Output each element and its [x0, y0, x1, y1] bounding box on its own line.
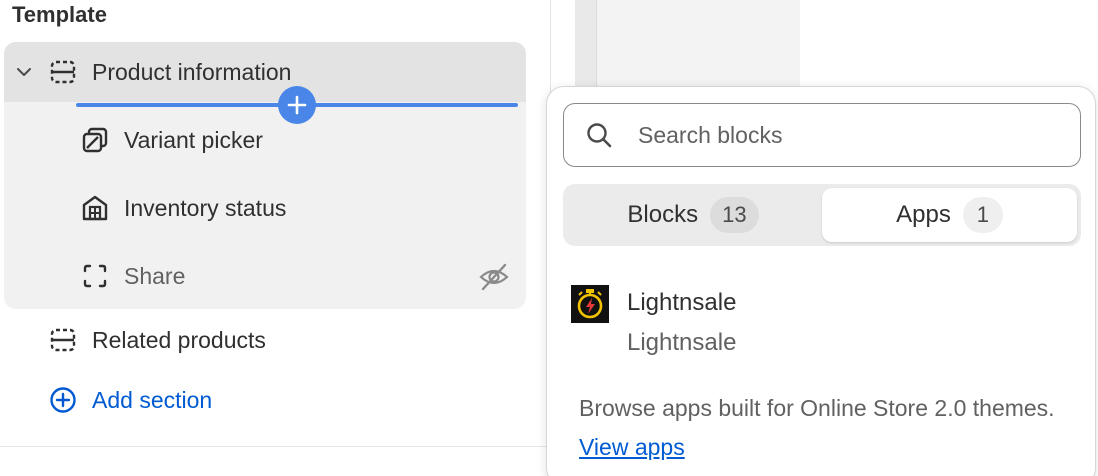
template-panel: Template Product information Variant pic…: [0, 0, 551, 476]
picker-tabs: Blocks 13 Apps 1: [563, 184, 1081, 246]
chevron-down-icon[interactable]: [12, 60, 36, 84]
view-apps-link[interactable]: View apps: [579, 434, 685, 460]
block-item-inventory-status[interactable]: Inventory status: [80, 193, 286, 223]
plus-icon: [287, 95, 307, 115]
tab-label: Apps: [896, 201, 951, 228]
block-item-variant-picker[interactable]: Variant picker: [80, 125, 263, 155]
search-icon: [587, 123, 612, 148]
lightnsale-logo: [571, 285, 609, 323]
add-section-label: Add section: [92, 386, 213, 413]
section-label: Related products: [92, 326, 266, 353]
section-label: Product information: [92, 58, 292, 85]
eye-slash-icon[interactable]: [478, 262, 510, 292]
tab-blocks[interactable]: Blocks 13: [567, 188, 819, 242]
inventory-icon: [80, 193, 110, 223]
tab-apps[interactable]: Apps 1: [822, 188, 1077, 242]
block-label: Inventory status: [124, 194, 287, 221]
block-picker-popover: Blocks 13 Apps 1 Lightnsale Lightnsale B…: [546, 86, 1096, 476]
browse-text: Browse apps built for Online Store 2.0 t…: [579, 395, 1055, 421]
tab-label: Blocks: [627, 201, 699, 228]
section-icon: [48, 325, 78, 355]
section-icon: [48, 57, 78, 87]
insert-block-button[interactable]: [278, 86, 316, 124]
browse-apps-text: Browse apps built for Online Store 2.0 t…: [579, 389, 1069, 467]
plus-circle-icon: [48, 385, 78, 415]
app-developer: Lightnsale: [627, 329, 737, 356]
section-item-product-information[interactable]: Product information: [48, 57, 291, 87]
count-badge: 1: [962, 197, 1003, 233]
search-input[interactable]: [638, 121, 1058, 149]
add-section-button[interactable]: Add section: [48, 385, 212, 415]
search-field[interactable]: [563, 103, 1081, 167]
block-item-share[interactable]: Share: [80, 261, 185, 291]
app-name: Lightnsale: [627, 289, 737, 316]
count-badge: 13: [710, 197, 759, 233]
panel-title: Template: [12, 2, 107, 27]
app-block-item[interactable]: Lightnsale Lightnsale: [571, 285, 1051, 363]
block-label: Share: [124, 262, 186, 289]
variant-picker-icon: [80, 125, 110, 155]
block-label: Variant picker: [124, 126, 263, 153]
section-item-related-products[interactable]: Related products: [48, 325, 266, 355]
divider: [0, 446, 551, 447]
share-dashed-icon: [80, 261, 110, 291]
